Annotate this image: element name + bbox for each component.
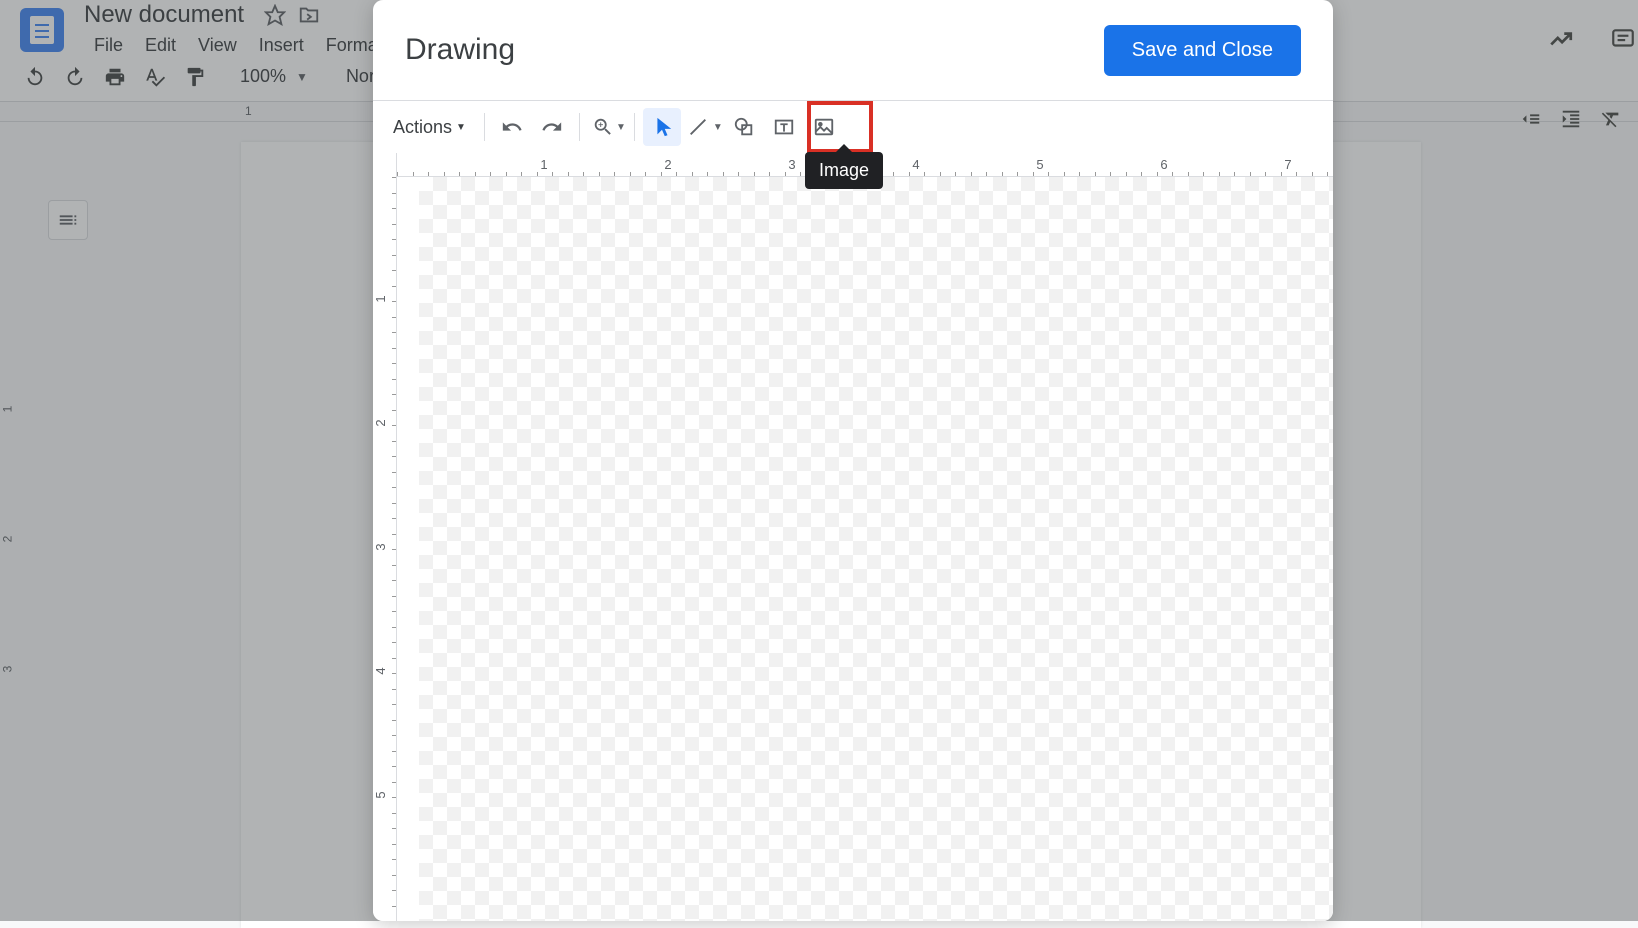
image-tool-button[interactable] [805, 108, 843, 146]
line-tool-button[interactable] [683, 108, 713, 146]
textbox-tool-button[interactable] [765, 108, 803, 146]
drawing-redo-icon[interactable] [533, 108, 571, 146]
insights-icon[interactable] [1546, 24, 1576, 54]
drawing-modal: Drawing Save and Close Actions ▼ ▼ ▼ 1 2… [373, 0, 1333, 921]
drawing-undo-icon[interactable] [493, 108, 531, 146]
indent-increase-icon[interactable] [1554, 102, 1588, 136]
clear-formatting-icon[interactable] [1594, 102, 1628, 136]
drawing-toolbar: Actions ▼ ▼ ▼ [373, 101, 1333, 153]
actions-menu-button[interactable]: Actions ▼ [383, 111, 476, 144]
drawing-vertical-ruler: 1 2 3 4 5 [373, 153, 397, 921]
shape-tool-button[interactable] [725, 108, 763, 146]
image-tooltip: Image [805, 152, 883, 189]
line-dropdown-arrow-icon[interactable]: ▼ [713, 122, 723, 133]
comments-panel-icon[interactable] [1608, 24, 1638, 54]
modal-title: Drawing [405, 33, 515, 67]
select-tool-button[interactable] [643, 108, 681, 146]
save-and-close-button[interactable]: Save and Close [1104, 25, 1301, 76]
drawing-zoom-icon[interactable] [588, 108, 618, 146]
drawing-canvas[interactable] [419, 177, 1333, 921]
indent-decrease-icon[interactable] [1514, 102, 1548, 136]
